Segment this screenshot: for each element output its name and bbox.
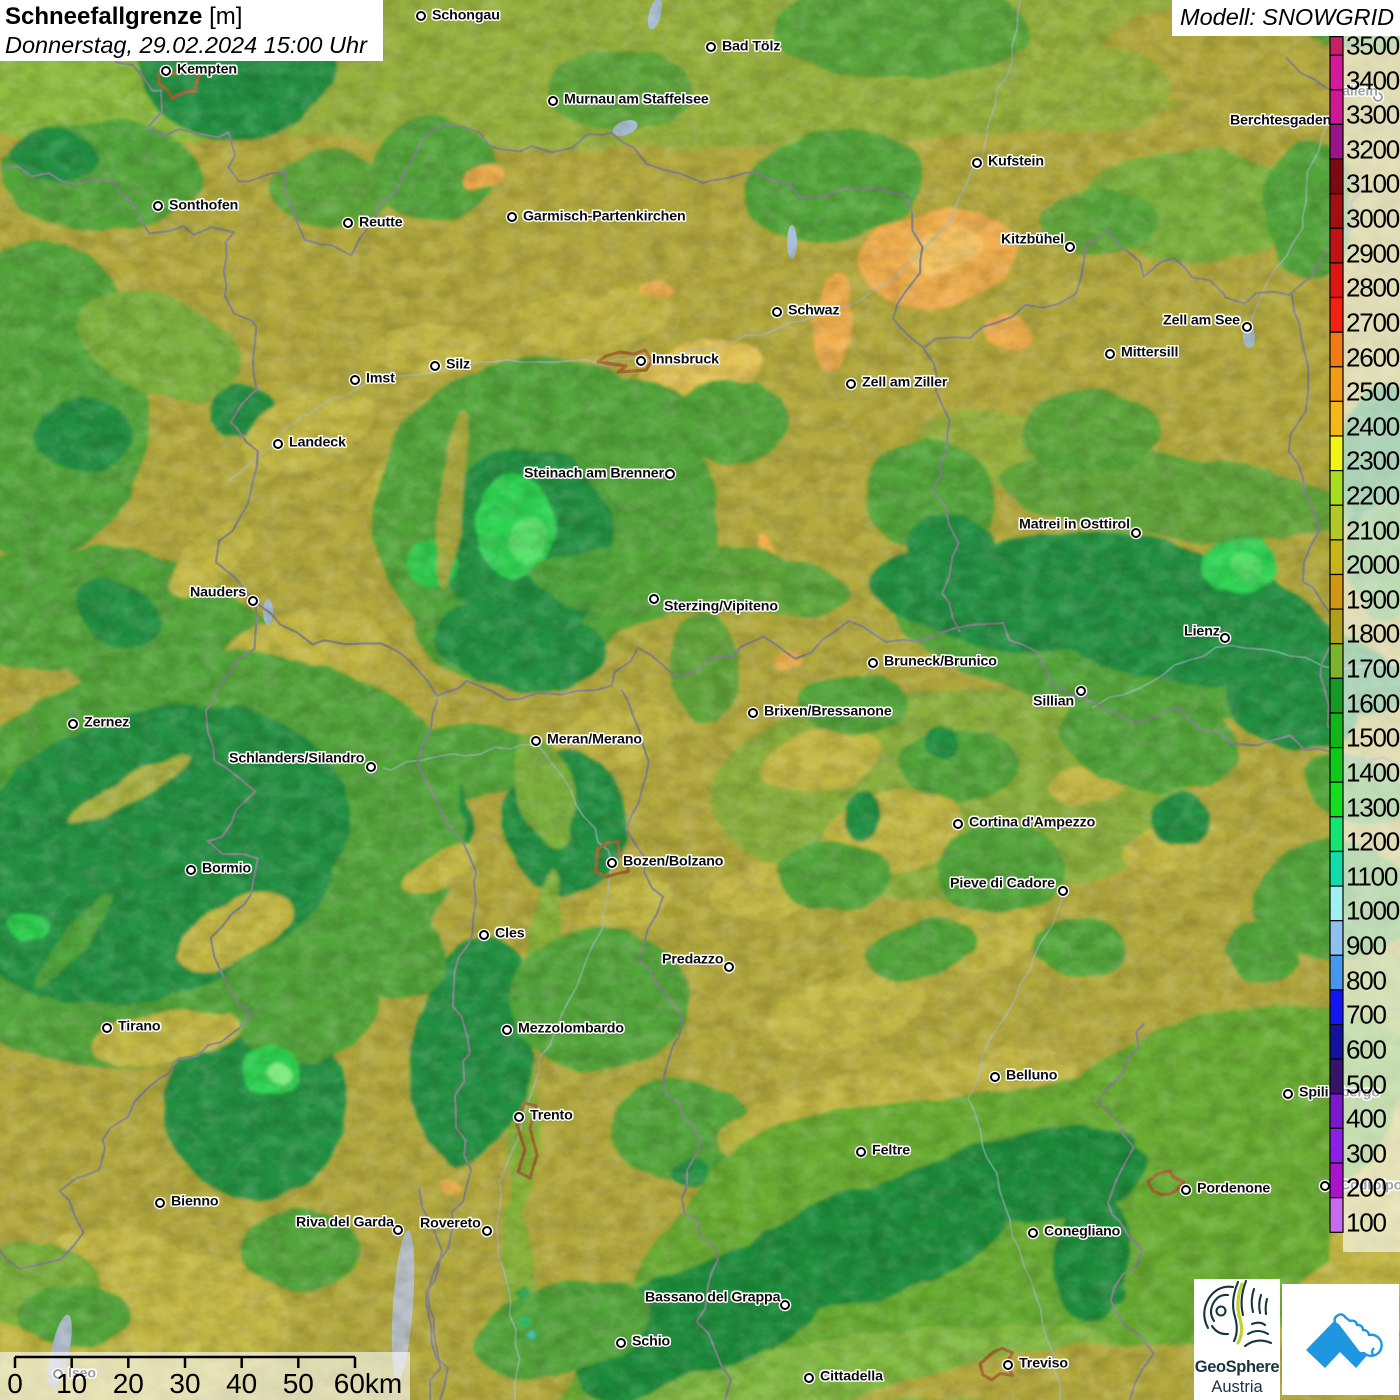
svg-text:GeoSphere: GeoSphere xyxy=(1195,1358,1280,1376)
svg-text:Austria: Austria xyxy=(1211,1378,1263,1396)
